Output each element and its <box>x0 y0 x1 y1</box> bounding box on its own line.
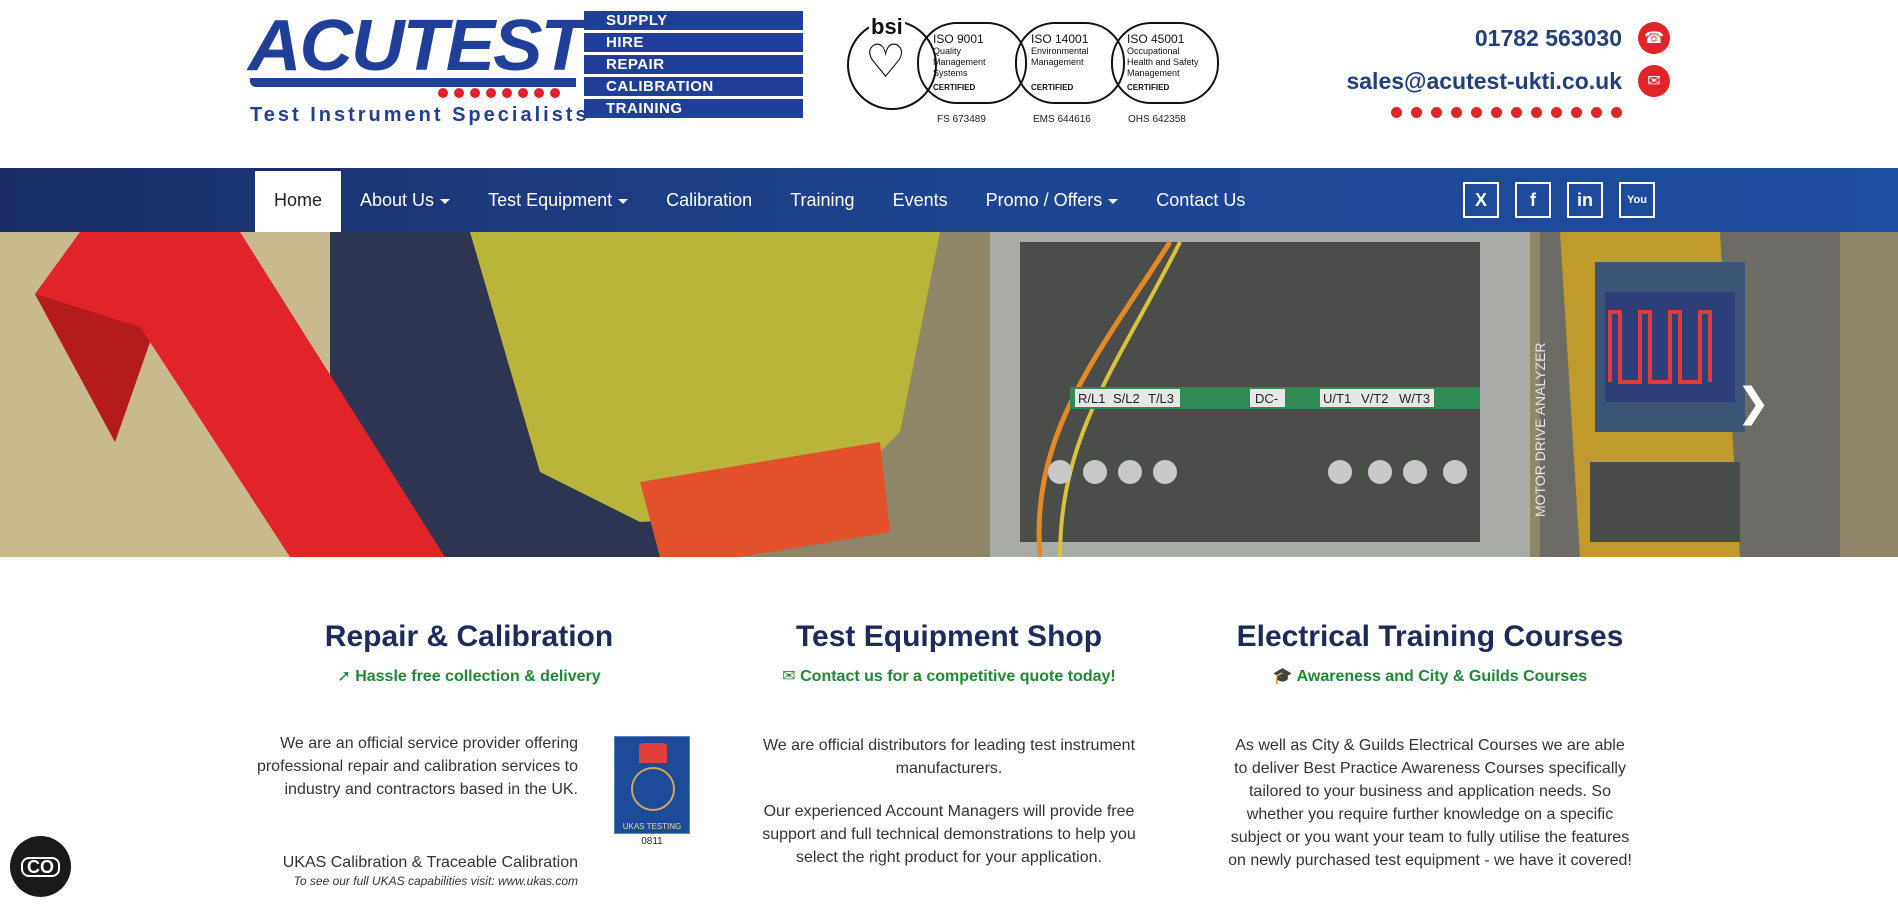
electrical-training-section: Electrical Training Courses 🎓 Awareness … <box>1210 620 1650 872</box>
ukas-number: 0811 <box>641 836 663 847</box>
envelope-icon: ✉ <box>782 668 801 685</box>
nav-item-test-equipment[interactable]: Test Equipment <box>469 168 647 232</box>
email-icon[interactable]: ✉ <box>1638 65 1670 97</box>
crown-icon <box>639 743 667 763</box>
cert-iso9001: ISO 9001 Quality Management Systems CERT… <box>917 22 1027 104</box>
nav-item-about-us[interactable]: About Us <box>341 168 469 232</box>
section-subtitle: ➚ Hassle free collection & delivery <box>337 668 601 685</box>
terminal-label-ut1: U/T1 <box>1323 391 1351 406</box>
main-navigation: Home About Us Test Equipment Calibration… <box>0 168 1898 232</box>
cert-iso45001: ISO 45001 Occupational Health and Safety… <box>1111 22 1219 104</box>
services-list: SUPPLY HIRE REPAIR CALIBRATION TRAINING <box>584 11 803 121</box>
facebook-icon[interactable]: f <box>1515 182 1551 218</box>
service-hire: HIRE <box>584 33 803 52</box>
x-icon[interactable]: X <box>1463 182 1499 218</box>
kitemark-heart-icon: ♡ <box>865 35 907 87</box>
header-contact: 01782 563030 ☎ sales@acutest-ukti.co.uk … <box>1346 18 1670 118</box>
cookie-consent-icon: CO <box>21 856 60 877</box>
caret-down-icon <box>618 198 629 204</box>
logo-wordmark: ACUTEST <box>248 6 586 86</box>
cert-number-ohs: OHS 642358 <box>1128 114 1186 125</box>
section-subtitle: 🎓 Awareness and City & Guilds Courses <box>1272 668 1588 685</box>
section-subtitle: ✉ Contact us for a competitive quote tod… <box>782 668 1116 685</box>
bsi-certification-badge: bsi ♡ ISO 9001 Quality Management System… <box>847 14 1219 126</box>
repair-calibration-section: Repair & Calibration ➚ Hassle free colle… <box>248 620 690 888</box>
section-title[interactable]: Repair & Calibration <box>248 620 690 654</box>
terminal-label-sl2: S/L2 <box>1113 391 1140 406</box>
linkedin-icon[interactable]: in <box>1567 182 1603 218</box>
section-body: We are an official service provider offe… <box>256 735 578 798</box>
service-training: TRAINING <box>584 99 803 118</box>
section-body: We are official distributors for leading… <box>762 737 1136 866</box>
service-supply: SUPPLY <box>584 11 803 30</box>
nav-item-training[interactable]: Training <box>771 168 873 232</box>
logo-dots <box>438 88 560 98</box>
paper-plane-icon: ➚ <box>337 668 356 685</box>
nav-item-events[interactable]: Events <box>874 168 967 232</box>
ukas-note: UKAS Calibration & Traceable Calibration… <box>282 854 578 888</box>
cookie-settings-button[interactable]: CO <box>10 836 71 897</box>
caret-down-icon <box>1108 198 1119 204</box>
cert-number-ems: EMS 644616 <box>1033 114 1091 125</box>
terminal-label-wt3: W/T3 <box>1399 391 1430 406</box>
slider-next-chevron-icon[interactable]: ❯ <box>1736 380 1770 426</box>
phone-contact[interactable]: 01782 563030 ☎ <box>1346 18 1670 58</box>
acutest-logo[interactable]: ACUTEST Test Instrument Specialists <box>248 10 587 126</box>
graduation-cap-icon: 🎓 <box>1272 668 1297 685</box>
contact-dots <box>1346 107 1622 118</box>
terminal-label-dc: DC- <box>1255 391 1278 406</box>
service-repair: REPAIR <box>584 55 803 74</box>
service-calibration: CALIBRATION <box>584 77 803 96</box>
logo-tagline: Test Instrument Specialists <box>250 104 590 126</box>
section-title[interactable]: Test Equipment Shop <box>740 620 1158 654</box>
test-equipment-shop-section: Test Equipment Shop ✉ Contact us for a c… <box>740 620 1158 869</box>
nav-item-promo-offers[interactable]: Promo / Offers <box>967 168 1138 232</box>
site-header: ACUTEST Test Instrument Specialists SUPP… <box>0 0 1898 168</box>
nav-item-calibration[interactable]: Calibration <box>647 168 771 232</box>
ukas-ring-icon <box>631 767 675 811</box>
hero-slider: R/L1 S/L2 T/L3 DC- U/T1 V/T2 W/T3 MOTOR … <box>0 232 1898 557</box>
nav-item-contact-us[interactable]: Contact Us <box>1137 168 1264 232</box>
caret-down-icon <box>440 198 451 204</box>
ukas-logo: UKAS TESTING <box>614 736 690 834</box>
terminal-label-tl3: T/L3 <box>1148 391 1174 406</box>
logo-underline <box>250 78 576 87</box>
cert-number-fs: FS 673489 <box>937 114 986 125</box>
youtube-icon[interactable]: You <box>1619 182 1655 218</box>
social-links: X f in You <box>1463 182 1655 218</box>
nav-item-home[interactable]: Home <box>255 168 342 232</box>
cert-iso14001: ISO 14001 Environmental Management CERTI… <box>1015 22 1125 104</box>
phone-number[interactable]: 01782 563030 <box>1475 25 1622 52</box>
nav-menu: Home About Us Test Equipment Calibration… <box>255 168 1264 232</box>
email-contact[interactable]: sales@acutest-ukti.co.uk ✉ <box>1346 61 1670 101</box>
phone-icon[interactable]: ☎ <box>1638 22 1670 54</box>
section-title[interactable]: Electrical Training Courses <box>1210 620 1650 654</box>
device-label: MOTOR DRIVE ANALYZER <box>1532 342 1548 517</box>
section-body: As well as City & Guilds Electrical Cour… <box>1228 737 1632 869</box>
terminal-label-vt2: V/T2 <box>1361 391 1388 406</box>
terminal-label-rl1: R/L1 <box>1078 391 1105 406</box>
hero-image: R/L1 S/L2 T/L3 DC- U/T1 V/T2 W/T3 MOTOR … <box>0 232 1898 557</box>
email-address[interactable]: sales@acutest-ukti.co.uk <box>1346 68 1622 95</box>
